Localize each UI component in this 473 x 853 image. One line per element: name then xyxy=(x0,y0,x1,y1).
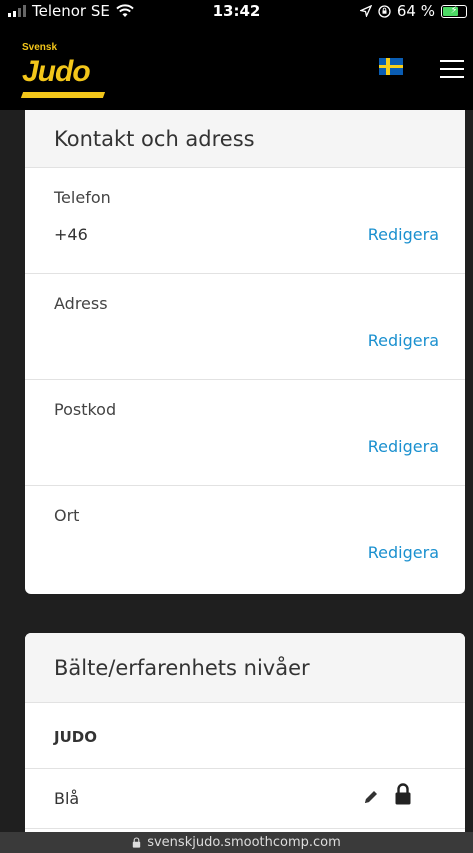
swedish-flag-icon[interactable] xyxy=(379,58,403,75)
site-header: Svensk Judo xyxy=(0,22,473,110)
battery-icon: ⚡ xyxy=(441,4,467,18)
edit-phone-link[interactable]: Redigera xyxy=(368,225,439,244)
address-row: Adress Redigera xyxy=(25,274,465,380)
judo-section-label: JUDO xyxy=(54,728,97,746)
logo-big-text: Judo xyxy=(22,55,91,88)
edit-postcode-link[interactable]: Redigera xyxy=(368,437,439,456)
browser-url-bar[interactable]: svenskjudo.smoothcomp.com xyxy=(0,832,473,853)
belt-row: Blå xyxy=(25,769,465,829)
hamburger-menu-icon[interactable] xyxy=(440,60,464,78)
postcode-label: Postkod xyxy=(54,400,117,419)
contact-card-title: Kontakt och adress xyxy=(25,110,465,168)
postcode-row: Postkod Redigera xyxy=(25,380,465,486)
contact-address-card: Kontakt och adress Telefon +46 Redigera … xyxy=(25,110,465,594)
phone-row: Telefon +46 Redigera xyxy=(25,168,465,274)
logo-underline xyxy=(20,92,106,98)
city-label: Ort xyxy=(54,506,80,525)
orientation-lock-icon xyxy=(378,4,391,18)
pencil-icon[interactable] xyxy=(360,786,382,808)
city-row: Ort Redigera xyxy=(25,486,465,592)
status-bar: Telenor SE 13:42 64 % ⚡ xyxy=(0,0,473,22)
charging-bolt-icon: ⚡ xyxy=(450,5,458,16)
padlock-icon xyxy=(133,837,141,848)
belt-label: Blå xyxy=(54,789,80,808)
status-right: 64 % ⚡ xyxy=(359,2,467,20)
location-arrow-icon xyxy=(359,5,372,17)
phone-label: Telefon xyxy=(54,188,111,207)
phone-value: +46 xyxy=(54,225,88,244)
address-label: Adress xyxy=(54,294,108,313)
lock-icon xyxy=(395,783,411,805)
belt-card-title: Bälte/erfarenhets nivåer xyxy=(25,633,465,703)
judo-section-header: JUDO xyxy=(25,703,465,769)
svensk-judo-logo[interactable]: Svensk Judo xyxy=(20,42,108,120)
url-text: svenskjudo.smoothcomp.com xyxy=(147,835,341,850)
edit-address-link[interactable]: Redigera xyxy=(368,331,439,350)
edit-city-link[interactable]: Redigera xyxy=(368,543,439,562)
logo-small-text: Svensk xyxy=(22,42,58,53)
belt-levels-card: Bälte/erfarenhets nivåer JUDO Blå xyxy=(25,633,465,853)
battery-percentage: 64 % xyxy=(396,2,435,20)
